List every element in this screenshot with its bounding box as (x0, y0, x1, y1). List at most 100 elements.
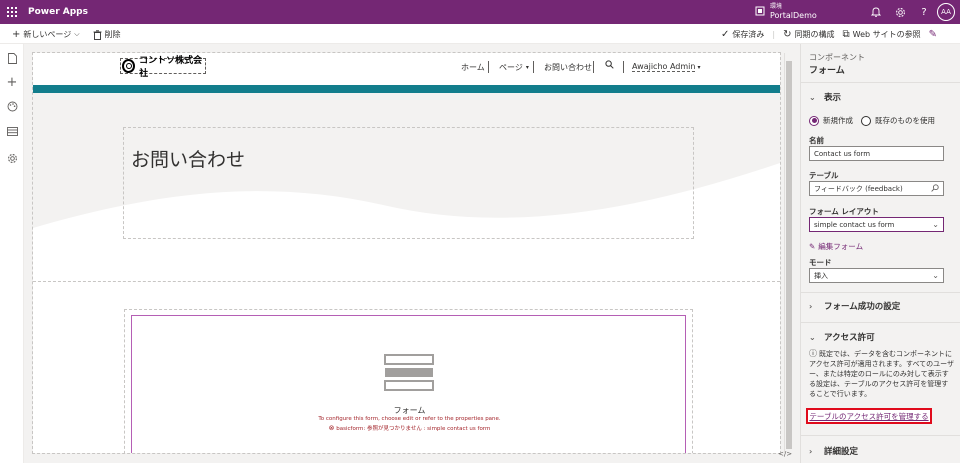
chevron-right-icon: › (809, 301, 813, 311)
hero-section[interactable]: お問い合わせ (33, 93, 780, 279)
success-section-header[interactable]: › フォーム成功の設定 (809, 300, 901, 313)
table-input[interactable]: フィードバック (feedback) (809, 181, 944, 196)
radio-new-label: 新規作成 (823, 116, 853, 125)
environment-picker[interactable]: 環境 PortalDemo (754, 2, 817, 20)
layout-dropdown[interactable]: simple contact us form ⌄ (809, 217, 944, 232)
trash-icon (93, 29, 102, 40)
nav-separator (488, 61, 489, 73)
hero-title[interactable]: お問い合わせ (131, 145, 245, 172)
templates-icon[interactable] (6, 125, 18, 137)
nav-separator (623, 61, 624, 73)
name-input[interactable]: Contact us form (809, 146, 944, 161)
panel-title: フォーム (809, 66, 845, 76)
properties-panel: コンポーネント フォーム ⌄ 表示 新規作成 既存のものを使用 名前 Conta… (800, 44, 960, 463)
help-icon[interactable]: ? (917, 5, 931, 19)
divider (801, 322, 960, 323)
caret-down-icon: ▾ (697, 63, 701, 71)
permissions-section-label: アクセス許可 (824, 333, 875, 343)
source-radio-group: 新規作成 既存のものを使用 (809, 115, 935, 126)
left-rail: + (0, 44, 24, 463)
browse-label: Web サイトの参照 (852, 30, 921, 39)
chat-icon: ✎ (928, 29, 937, 40)
radio-existing-label: 既存のものを使用 (875, 116, 935, 125)
nav-separator (593, 61, 594, 73)
site-logo[interactable]: コントソ株式会社 (120, 56, 206, 79)
nav-pages-label: ページ (499, 63, 523, 72)
chevron-down-icon: ⌄ (809, 332, 816, 342)
caret-down-icon: ▾ (525, 64, 529, 71)
avatar[interactable]: AA (937, 3, 955, 21)
code-view-button[interactable]: </> (778, 450, 792, 458)
divider (801, 292, 960, 293)
scrollbar-thumb[interactable] (786, 61, 792, 449)
error-icon: ⊗ (328, 424, 335, 432)
display-section-header[interactable]: ⌄ 表示 (809, 91, 842, 104)
sync-label: 同期の構成 (794, 30, 835, 39)
search-icon[interactable] (605, 60, 614, 69)
search-icon (931, 184, 939, 194)
settings-gear-icon[interactable] (6, 152, 18, 164)
success-section-label: フォーム成功の設定 (824, 302, 901, 312)
section-divider (33, 281, 780, 282)
saved-status: ✓ 保存済み (721, 29, 764, 40)
form-error-message: ⊗ basicform: 参照が見つかりません : simple contact… (132, 424, 687, 432)
radio-existing[interactable] (861, 115, 871, 126)
name-label: 名前 (809, 136, 824, 145)
edit-form-link[interactable]: ✎ 編集フォーム (809, 241, 863, 252)
manage-permissions-link[interactable]: テーブルのアクセス許可を管理する (806, 408, 932, 424)
nav-contact[interactable]: お問い合わせ (544, 62, 592, 73)
mode-label: モード (809, 258, 832, 267)
form-placeholder-icon (384, 354, 434, 391)
edit-form-label: 編集フォーム (818, 242, 864, 251)
name-value: Contact us form (814, 149, 871, 158)
environment-icon (755, 6, 765, 16)
display-section-label: 表示 (824, 93, 842, 103)
gear-icon[interactable] (893, 5, 907, 19)
advanced-section-header[interactable]: › 詳細設定 (809, 445, 859, 458)
advanced-section-label: 詳細設定 (824, 447, 859, 457)
logo-icon (122, 59, 136, 73)
app-title[interactable]: Power Apps (28, 7, 88, 17)
form-component[interactable]: フォーム To configure this form, choose edit… (131, 315, 686, 453)
delete-button[interactable]: 削除 (93, 29, 121, 40)
new-page-button[interactable]: + 新しいページ ⌵ (12, 29, 83, 40)
browse-site-button[interactable]: ⧉ Web サイトの参照 (842, 29, 920, 40)
logo-text: コントソ株式会社 (139, 56, 203, 79)
bell-icon[interactable] (869, 5, 883, 19)
site-header[interactable]: コントソ株式会社 ホーム ページ ▾ お問い合わせ Awajicho Admin… (33, 53, 780, 85)
user-menu[interactable]: Awajicho Admin ▾ (632, 62, 700, 72)
form-error-text: basicform: 参照が見つかりません : simple contact u… (336, 426, 491, 432)
nav-home[interactable]: ホーム (461, 62, 485, 73)
sync-button[interactable]: ↻ 同期の構成 (783, 29, 834, 40)
panel-subtitle: コンポーネント (809, 53, 865, 62)
divider (801, 435, 960, 436)
new-page-label: 新しいページ (23, 30, 72, 39)
environment-name: PortalDemo (770, 11, 817, 20)
page-preview[interactable]: コントソ株式会社 ホーム ページ ▾ お問い合わせ Awajicho Admin… (32, 52, 781, 454)
table-label: テーブル (809, 171, 839, 180)
copilot-button[interactable]: ✎ (929, 29, 940, 40)
canvas-scrollbar[interactable] (784, 53, 792, 453)
command-bar: + 新しいページ ⌵ 削除 ✓ 保存済み | ↻ 同期の構成 ⧉ Web サイト… (0, 24, 960, 44)
top-bar: Power Apps 環境 PortalDemo ? AA (0, 0, 960, 24)
chevron-down-icon: ⌄ (809, 92, 816, 102)
pages-icon[interactable] (6, 52, 18, 64)
design-canvas[interactable]: コントソ株式会社 ホーム ページ ▾ お問い合わせ Awajicho Admin… (24, 44, 794, 463)
hero-text-container[interactable]: お問い合わせ (123, 127, 694, 239)
chevron-right-icon: › (809, 446, 813, 456)
checkmark-icon: ✓ (721, 29, 730, 40)
app-launcher-icon[interactable] (0, 0, 24, 24)
mode-dropdown[interactable]: 挿入 ⌄ (809, 268, 944, 283)
layout-value: simple contact us form (814, 220, 895, 229)
add-component-icon[interactable]: + (6, 75, 18, 90)
chevron-down-icon: ⌄ (932, 271, 939, 280)
saved-label: 保存済み (732, 30, 765, 39)
themes-icon[interactable] (6, 100, 18, 112)
pencil-icon: ✎ (809, 242, 816, 251)
nav-pages[interactable]: ページ ▾ (499, 62, 529, 73)
permissions-section-header[interactable]: ⌄ アクセス許可 (809, 331, 875, 344)
sync-icon: ↻ (783, 29, 792, 40)
radio-new[interactable] (809, 115, 819, 126)
user-menu-label: Awajicho Admin (632, 62, 696, 72)
info-icon: ⓘ (809, 349, 817, 358)
